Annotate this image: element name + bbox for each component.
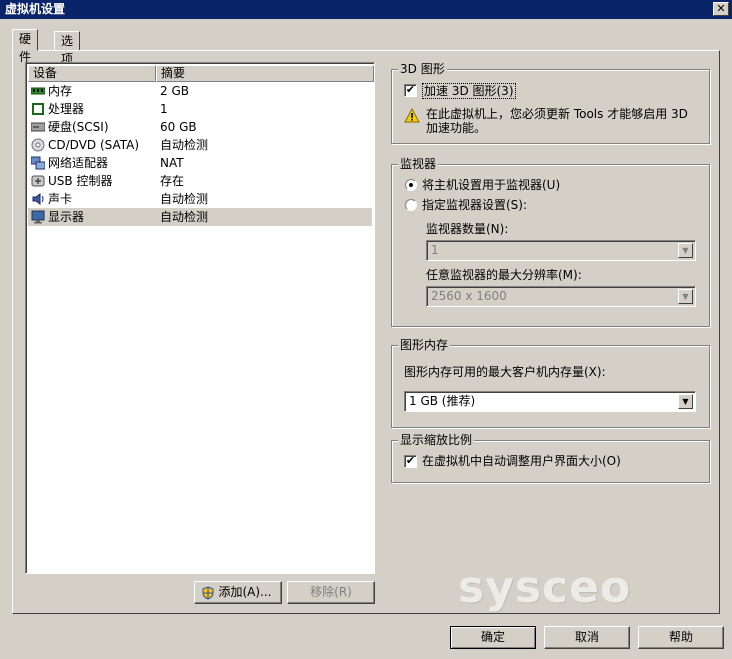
column-header-summary[interactable]: 摘要 [156, 65, 374, 82]
device-row-memory[interactable]: 内存 2 GB [28, 82, 372, 100]
close-icon: ✕ [716, 2, 726, 15]
device-row-display[interactable]: 显示器 自动检测 [28, 208, 372, 226]
group-title-monitors: 监视器 [398, 157, 439, 171]
tab-hardware[interactable]: 硬件 [12, 29, 39, 64]
device-summary: 自动检测 [160, 210, 209, 224]
device-name: 声卡 [48, 192, 73, 206]
monitor-count-select[interactable]: 1 ▼ [426, 240, 696, 261]
device-list[interactable]: 设备 摘要 内存 2 GB 处理器 1 硬盘(SCSI) 60 GB CD/DV… [25, 62, 375, 574]
use-host-label[interactable]: 将主机设置用于监视器(U) [422, 178, 560, 192]
max-resolution-label: 任意监视器的最大分辨率(M): [426, 268, 582, 282]
group-title-graphics-memory: 图形内存 [398, 338, 451, 352]
warning-text-line2: 加速功能。 [426, 121, 487, 135]
specify-monitors-label[interactable]: 指定监视器设置(S): [422, 198, 527, 212]
graphics-memory-label: 图形内存可用的最大客户机内存量(X): [404, 365, 606, 379]
network-adapter-icon [31, 156, 45, 170]
warning-icon [404, 108, 420, 123]
shield-icon [202, 586, 214, 600]
help-button[interactable]: 帮助 [638, 626, 724, 649]
remove-button[interactable]: 移除(R) [287, 581, 375, 604]
group-display-scaling: 显示缩放比例 ✔ 在虚拟机中自动调整用户界面大小(O) [391, 433, 710, 483]
memory-icon [31, 87, 45, 95]
device-row-network[interactable]: 网络适配器 NAT [28, 154, 372, 172]
cd-dvd-icon [31, 138, 45, 152]
group-monitors: 监视器 将主机设置用于监视器(U) 指定监视器设置(S): 监视器数量(N): … [391, 157, 710, 327]
device-summary: 存在 [160, 174, 185, 188]
hard-disk-icon [31, 122, 45, 132]
device-summary: NAT [160, 156, 184, 170]
column-header-device[interactable]: 设备 [28, 65, 156, 82]
device-name: USB 控制器 [48, 174, 113, 188]
group-graphics-memory: 图形内存 图形内存可用的最大客户机内存量(X): 1 GB (推荐) ▼ [391, 338, 710, 428]
auto-adjust-checkbox[interactable]: ✔ [404, 455, 417, 468]
use-host-radio[interactable] [405, 179, 417, 191]
accelerate-3d-checkbox[interactable]: ✔ [404, 84, 417, 97]
device-summary: 自动检测 [160, 138, 209, 152]
monitor-count-value: 1 [431, 243, 439, 257]
tab-options[interactable]: 选项 [54, 31, 81, 66]
group-title-display-scaling: 显示缩放比例 [398, 433, 475, 447]
chevron-down-icon: ▼ [678, 394, 693, 409]
device-row-processor[interactable]: 处理器 1 [28, 100, 372, 118]
device-name: 内存 [48, 84, 73, 98]
accelerate-3d-label[interactable]: 加速 3D 图形(3) [422, 83, 516, 99]
window-title: 虚拟机设置 [5, 2, 66, 16]
device-summary: 1 [160, 102, 168, 116]
graphics-memory-select[interactable]: 1 GB (推荐) ▼ [404, 391, 696, 412]
monitor-count-label: 监视器数量(N): [426, 222, 509, 236]
device-summary: 60 GB [160, 120, 197, 134]
device-row-sound[interactable]: 声卡 自动检测 [28, 190, 372, 208]
device-name: 硬盘(SCSI) [48, 120, 109, 134]
sound-card-icon [32, 193, 44, 205]
ok-button[interactable]: 确定 [450, 626, 536, 649]
graphics-memory-value: 1 GB (推荐) [409, 394, 476, 408]
device-name: 处理器 [48, 102, 85, 116]
device-summary: 自动检测 [160, 192, 209, 206]
group-title-3d-graphics: 3D 图形 [398, 62, 447, 76]
title-bar: 虚拟机设置 ✕ [0, 0, 732, 19]
device-row-usb[interactable]: USB 控制器 存在 [28, 172, 372, 190]
display-icon [31, 210, 45, 224]
device-name: 网络适配器 [48, 156, 109, 170]
device-row-cd-dvd[interactable]: CD/DVD (SATA) 自动检测 [28, 136, 372, 154]
add-button[interactable]: 添加(A)... [194, 581, 282, 604]
max-resolution-select[interactable]: 2560 x 1600 ▼ [426, 286, 696, 307]
specify-monitors-radio[interactable] [405, 199, 417, 211]
chevron-down-icon: ▼ [678, 289, 693, 304]
watermark-logo: sysceo [458, 562, 632, 613]
close-button[interactable]: ✕ [713, 2, 729, 16]
device-row-hard-disk[interactable]: 硬盘(SCSI) 60 GB [28, 118, 372, 136]
auto-adjust-label[interactable]: 在虚拟机中自动调整用户界面大小(O) [422, 454, 621, 468]
device-name: CD/DVD (SATA) [48, 138, 140, 152]
device-name: 显示器 [48, 210, 85, 224]
list-header: 设备 摘要 [28, 65, 374, 82]
cancel-button[interactable]: 取消 [544, 626, 630, 649]
warning-text-line1: 在此虚拟机上，您必须更新 Tools 才能够启用 3D [426, 107, 688, 121]
usb-icon [31, 175, 45, 187]
max-resolution-value: 2560 x 1600 [431, 289, 507, 303]
group-3d-graphics: 3D 图形 ✔ 加速 3D 图形(3) 在此虚拟机上，您必须更新 Tools 才… [391, 62, 710, 144]
processor-icon [32, 103, 44, 115]
chevron-down-icon: ▼ [678, 243, 693, 258]
device-summary: 2 GB [160, 84, 189, 98]
